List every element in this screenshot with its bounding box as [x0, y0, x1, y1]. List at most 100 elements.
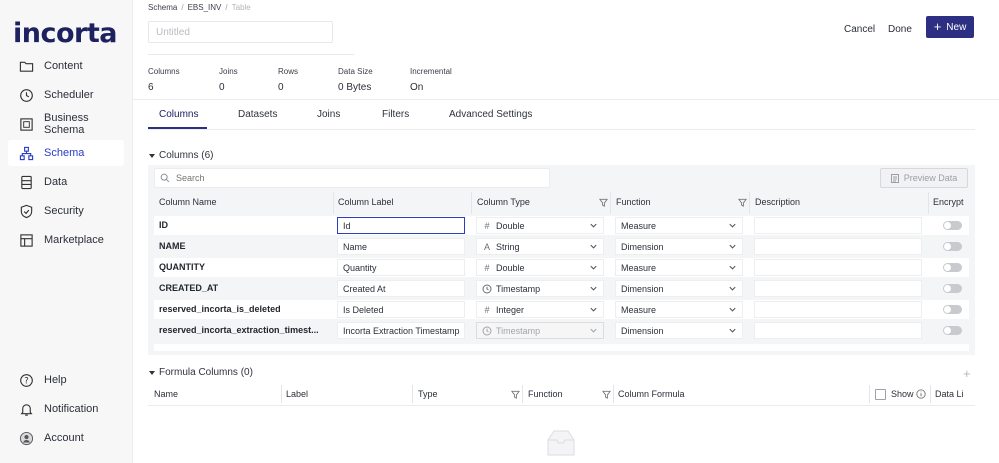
- column-resize-handle[interactable]: [613, 385, 614, 403]
- new-button[interactable]: + New: [926, 16, 974, 38]
- sidebar-item-security[interactable]: Security: [8, 198, 124, 224]
- encrypt-toggle[interactable]: [943, 284, 962, 293]
- header-label[interactable]: Label: [286, 389, 308, 399]
- column-type-select[interactable]: # Integer: [476, 301, 604, 318]
- header-column-formula[interactable]: Column Formula: [618, 389, 685, 399]
- column-type-select[interactable]: Timestamp: [476, 280, 604, 297]
- header-type[interactable]: Type: [418, 389, 438, 399]
- column-resize-handle[interactable]: [930, 385, 931, 403]
- header-data-lineage[interactable]: Data Li: [935, 389, 964, 399]
- column-label-input[interactable]: Created At: [337, 280, 465, 297]
- sidebar-item-content[interactable]: Content: [8, 53, 124, 79]
- description-input[interactable]: [754, 280, 922, 297]
- show-all-checkbox[interactable]: [875, 389, 886, 400]
- sidebar-item-scheduler[interactable]: Scheduler: [8, 82, 124, 108]
- encrypt-toggle[interactable]: [943, 242, 962, 251]
- columns-section-header[interactable]: Columns (6): [149, 150, 213, 161]
- function-select[interactable]: Dimension: [615, 280, 743, 297]
- new-button-label: New: [946, 21, 967, 33]
- sidebar: incorta Content Scheduler Business Schem…: [0, 0, 133, 463]
- header-column-type[interactable]: Column Type: [477, 197, 530, 207]
- function-select[interactable]: Dimension: [615, 238, 743, 255]
- sidebar-item-marketplace[interactable]: Marketplace: [8, 227, 124, 253]
- column-type-select[interactable]: # Double: [476, 217, 604, 234]
- column-resize-handle[interactable]: [471, 192, 472, 214]
- done-button[interactable]: Done: [888, 20, 912, 38]
- column-label-input[interactable]: Quantity: [337, 259, 465, 276]
- column-resize-handle[interactable]: [928, 192, 929, 214]
- column-label-input[interactable]: Id: [337, 217, 465, 234]
- column-label-input[interactable]: Incorta Extraction Timestamp: [337, 322, 465, 339]
- tab-columns[interactable]: Columns: [159, 109, 198, 120]
- encrypt-toggle[interactable]: [943, 263, 962, 272]
- search-box[interactable]: [154, 168, 550, 188]
- function-select[interactable]: Measure: [615, 301, 743, 318]
- header-function[interactable]: Function: [616, 197, 651, 207]
- incorta-logo[interactable]: incorta: [13, 18, 117, 49]
- column-resize-handle[interactable]: [522, 385, 523, 403]
- encrypt-toggle[interactable]: [943, 221, 962, 230]
- function-value: Dimension: [621, 284, 664, 294]
- sidebar-item-schema[interactable]: Schema: [8, 140, 124, 166]
- sidebar-item-notification[interactable]: Notification: [8, 396, 124, 422]
- description-input[interactable]: [754, 217, 922, 234]
- breadcrumb-ebs-inv[interactable]: EBS_INV: [188, 3, 222, 12]
- info-icon[interactable]: [916, 389, 926, 399]
- header-function[interactable]: Function: [528, 389, 563, 399]
- column-resize-handle[interactable]: [412, 385, 413, 403]
- cancel-button[interactable]: Cancel: [844, 20, 875, 38]
- tab-filters[interactable]: Filters: [382, 109, 409, 120]
- column-resize-handle[interactable]: [869, 385, 870, 403]
- sidebar-item-business-schema[interactable]: Business Schema: [8, 111, 124, 137]
- description-input[interactable]: [754, 259, 922, 276]
- sidebar-item-help[interactable]: ? Help: [8, 367, 124, 393]
- header-column-label[interactable]: Column Label: [338, 197, 394, 207]
- search-input[interactable]: [176, 173, 536, 183]
- filter-icon[interactable]: [511, 390, 520, 399]
- function-value: Measure: [621, 305, 657, 315]
- tab-joins[interactable]: Joins: [317, 109, 340, 120]
- filter-icon[interactable]: [599, 198, 608, 207]
- chevron-down-icon: [729, 265, 736, 270]
- encrypt-toggle[interactable]: [943, 326, 962, 335]
- column-label-input[interactable]: Name: [337, 238, 465, 255]
- table-title-input[interactable]: [148, 21, 333, 43]
- tab-datasets[interactable]: Datasets: [238, 109, 277, 120]
- horizontal-scrollbar[interactable]: [154, 344, 969, 351]
- marketplace-icon: [19, 233, 34, 248]
- function-select[interactable]: Measure: [615, 217, 743, 234]
- header-show[interactable]: Show: [891, 389, 914, 399]
- stat-value: 0 Bytes: [338, 82, 372, 93]
- empty-inbox-icon: [547, 430, 575, 456]
- description-input[interactable]: [754, 322, 922, 339]
- column-resize-handle[interactable]: [333, 192, 334, 214]
- function-select[interactable]: Measure: [615, 259, 743, 276]
- description-input[interactable]: [754, 301, 922, 318]
- column-resize-handle[interactable]: [749, 192, 750, 214]
- filter-icon[interactable]: [738, 198, 747, 207]
- column-type-select[interactable]: # Double: [476, 259, 604, 276]
- breadcrumb-schema[interactable]: Schema: [148, 3, 177, 12]
- sidebar-item-account[interactable]: Account: [8, 425, 124, 451]
- encrypt-toggle[interactable]: [943, 305, 962, 314]
- preview-data-button[interactable]: Preview Data: [880, 168, 968, 188]
- header-column-name[interactable]: Column Name: [159, 197, 217, 207]
- tab-advanced-settings[interactable]: Advanced Settings: [449, 109, 532, 120]
- sidebar-item-label: Schema: [44, 147, 85, 159]
- stat-label: Data Size: [338, 67, 373, 76]
- function-value: Dimension: [621, 326, 664, 336]
- column-type-select[interactable]: A String: [476, 238, 604, 255]
- formula-section-header[interactable]: Formula Columns (0): [149, 367, 253, 378]
- column-resize-handle[interactable]: [610, 192, 611, 214]
- function-select[interactable]: Dimension: [615, 322, 743, 339]
- column-label-input[interactable]: Is Deleted: [337, 301, 465, 318]
- add-formula-icon[interactable]: +: [963, 366, 971, 381]
- column-resize-handle[interactable]: [281, 385, 282, 403]
- description-input[interactable]: [754, 238, 922, 255]
- divider: [148, 129, 975, 130]
- header-description[interactable]: Description: [755, 197, 800, 207]
- sidebar-item-data[interactable]: Data: [8, 169, 124, 195]
- filter-icon[interactable]: [602, 390, 611, 399]
- header-encrypt[interactable]: Encrypt: [933, 197, 964, 207]
- header-name[interactable]: Name: [154, 389, 178, 399]
